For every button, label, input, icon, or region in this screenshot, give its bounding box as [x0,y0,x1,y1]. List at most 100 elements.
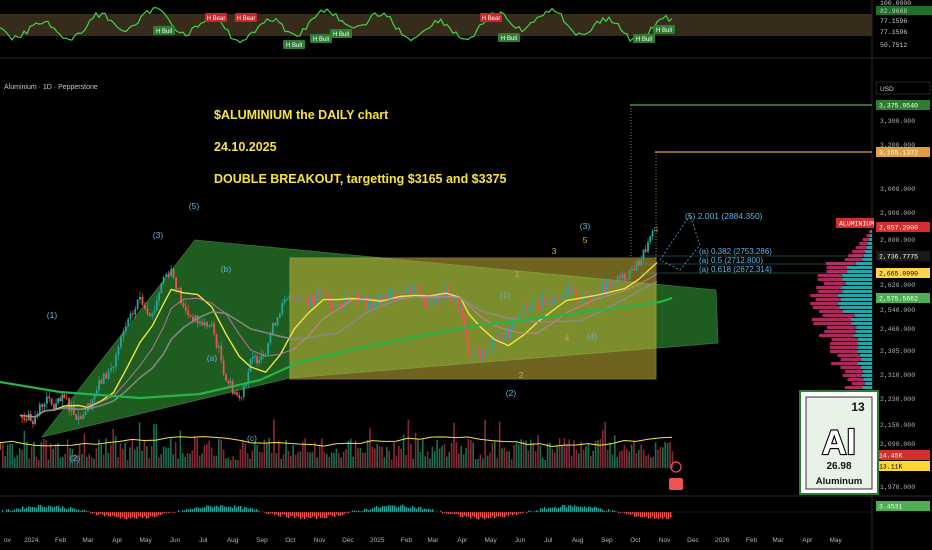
volume-profile-bar [857,338,872,341]
candle [635,260,638,270]
volume-bar [585,446,587,468]
macd-bar [544,507,546,512]
candle [403,293,406,294]
macd-bar [480,512,482,517]
candle [505,330,508,338]
volume-bar [662,447,664,468]
macd-bar [612,510,614,512]
macd-bar [240,506,242,512]
volume-bar [275,453,278,468]
macd-bar [112,512,114,516]
volume-bar [287,450,290,468]
macd-bar [82,509,84,512]
candle [382,294,385,304]
macd-bar [584,506,586,512]
volume-bar [422,438,424,468]
volume-bar [599,438,602,468]
macd-bar [670,512,672,518]
candle [339,303,341,305]
macd-bar [422,509,424,512]
volume-profile-bar [841,298,872,301]
candle [633,268,636,270]
macd-bar [578,506,580,512]
macd-bar [292,512,294,516]
volume-bar [160,454,162,468]
macd-bar [220,505,222,512]
volume-bar [110,444,112,468]
macd-bar [254,509,256,512]
candle [162,277,165,284]
candle [258,360,261,364]
macd-bar [658,512,660,520]
volume-profile-bar [847,378,864,381]
candle [100,380,103,384]
chart-canvas[interactable]: H Bull H Bull H Bull H Bull H Bear H Bear H Be… [0,0,932,550]
macd-bar [396,507,398,512]
macd-bar [144,512,146,517]
volume-bar [443,443,446,468]
macd-bar [204,507,206,512]
volume-bar [33,441,35,468]
macd-bar [514,512,516,514]
candle [488,348,491,350]
volume-bar [143,440,146,468]
macd-bar [662,512,664,519]
macd-bar [196,507,198,512]
macd-bar [32,506,34,512]
candle [148,313,151,317]
volume-bar [314,442,316,468]
macd-bar [326,512,328,519]
macd-bar [564,505,566,512]
candle [267,343,269,355]
volume-bar [100,444,102,468]
volume-bar [568,439,570,468]
candle [120,336,122,347]
macd-bar [224,506,226,512]
volume-profile-bar [861,358,872,361]
candle [129,313,132,320]
candle [375,303,378,305]
candle [286,298,288,300]
candle [68,398,71,412]
macd-bar [222,505,224,512]
volume-bar [54,444,57,468]
macd-bar [282,512,284,515]
annotation-line-1: $ALUMINIUM the DAILY chart [214,108,389,122]
macd-bar [508,512,510,516]
candle [281,303,284,314]
macd-bar [548,507,550,512]
candle [247,372,250,384]
macd-bar [630,512,632,515]
macd-bar [638,512,640,517]
volume-bar [556,444,558,468]
volume-profile-bar [855,246,867,249]
macd-bar [580,506,582,512]
candle [213,323,216,335]
volume-bar [35,456,38,468]
volume-bar [539,445,542,468]
volume-bar [477,458,479,468]
macd-bar [142,512,144,518]
oscillator-value: 50.7512 [880,42,907,49]
macd-bar [16,508,18,512]
volume-bar [261,452,263,468]
wave-label: (2) [70,453,81,463]
volume-bar [117,457,119,468]
candle [177,287,180,290]
oscillator-badge: H Bull [330,29,352,38]
candle [598,295,601,297]
candle [175,277,178,290]
macd-bar [106,512,108,515]
volume-bar [570,455,573,468]
candle [364,295,367,310]
candle [414,285,416,290]
oscillator-badge-label: H Bear [237,16,256,22]
volume-profile-bar [853,334,872,337]
volume-bar [669,441,671,468]
candle [229,381,232,384]
macd-bar [302,512,304,518]
volume-bar [196,438,198,468]
volume-bar [580,441,582,468]
candle [256,356,258,364]
volume-bar [412,458,414,468]
